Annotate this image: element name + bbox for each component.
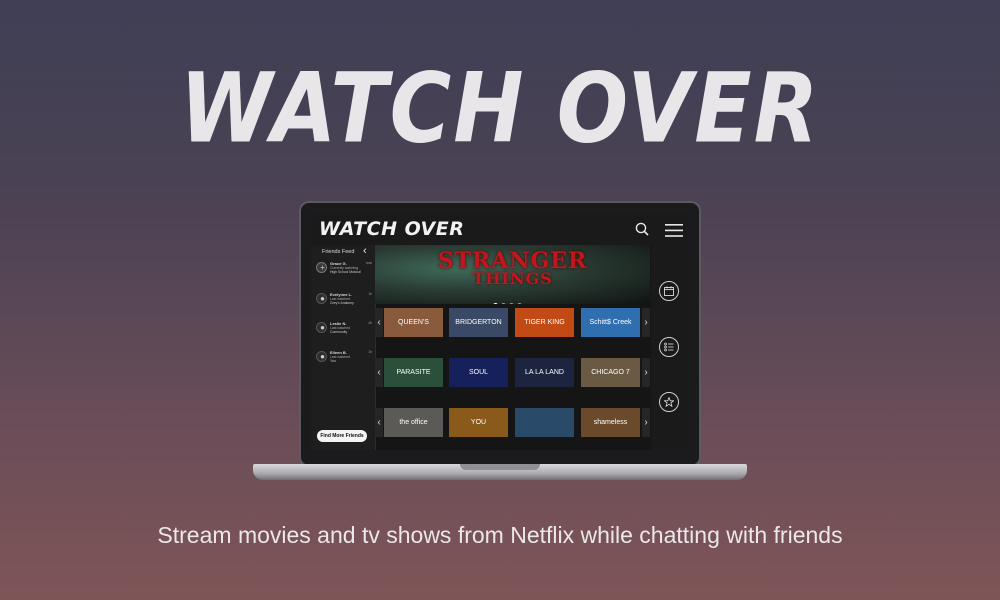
- tagline: Stream movies and tv shows from Netflix …: [157, 522, 843, 548]
- title-tile[interactable]: SOUL: [449, 358, 508, 387]
- star-icon: [664, 397, 674, 407]
- friend-show: Grey's Anatomy: [330, 301, 354, 305]
- laptop-notch: [460, 464, 540, 470]
- content-row: ‹ the office YOU shameless ›: [375, 408, 650, 437]
- collapse-sidebar-icon[interactable]: ‹: [363, 246, 367, 257]
- list-icon: [664, 342, 674, 352]
- featured-title-line1: STRANGER: [437, 248, 588, 274]
- friend-show: Community: [330, 330, 348, 334]
- friend-time: now: [365, 261, 372, 265]
- title-tile[interactable]: Schitt$ Creek: [581, 308, 640, 337]
- friends-feed-sidebar: Friends Feed ‹ + Grace G. Currently watc…: [311, 245, 376, 450]
- hero-title: WATCH OVER: [179, 52, 821, 165]
- friend-item[interactable]: ● Evelynne L. Last watched Grey's Anatom…: [316, 291, 372, 313]
- friend-show: High School Musical: [330, 270, 361, 274]
- friend-item[interactable]: + Grace G. Currently watching High Schoo…: [316, 260, 372, 282]
- title-tile[interactable]: shameless: [581, 408, 640, 437]
- friends-feed-title: Friends Feed: [322, 249, 355, 255]
- chevron-left-icon[interactable]: ‹: [375, 358, 383, 387]
- friend-item[interactable]: ● Eileen B. Last watched You 1h: [316, 349, 372, 371]
- title-tile[interactable]: YOU: [449, 408, 508, 437]
- find-more-friends-button[interactable]: Find More Friends: [317, 430, 367, 442]
- carousel-dot[interactable]: [509, 303, 514, 304]
- carousel-dots: [493, 295, 525, 304]
- avatar: +: [316, 262, 327, 273]
- carousel-dot[interactable]: [501, 303, 506, 304]
- avatar: ●: [316, 322, 327, 333]
- hamburger-menu-icon[interactable]: [665, 224, 683, 237]
- carousel-dot[interactable]: [517, 303, 522, 304]
- content-row: ‹ QUEEN'S GAMBIT BRIDGERTON TIGER KING S…: [375, 308, 650, 337]
- chevron-left-icon[interactable]: ‹: [375, 408, 383, 437]
- friend-time: 1h: [368, 292, 372, 296]
- friend-time: 1h: [368, 350, 372, 354]
- featured-title: STRANGER THINGS: [375, 248, 650, 288]
- favorites-button[interactable]: [659, 392, 679, 412]
- app-screen: WATCH OVER Friends Feed ‹ + Grace G. Cur…: [311, 213, 689, 450]
- avatar: ●: [316, 351, 327, 362]
- carousel-dot[interactable]: [493, 303, 498, 304]
- title-tile[interactable]: TIGER KING: [515, 308, 574, 337]
- action-rail: [651, 245, 689, 450]
- chevron-right-icon[interactable]: ›: [642, 358, 650, 387]
- title-tile[interactable]: QUEEN'S GAMBIT: [384, 308, 443, 337]
- title-tile[interactable]: BRIDGERTON: [449, 308, 508, 337]
- title-tile[interactable]: [515, 408, 574, 437]
- search-icon[interactable]: [635, 222, 649, 236]
- title-tile[interactable]: LA LA LAND: [515, 358, 574, 387]
- friend-time: 4h: [368, 321, 372, 325]
- app-logo[interactable]: WATCH OVER: [319, 218, 464, 240]
- featured-banner[interactable]: STRANGER THINGS: [375, 245, 650, 304]
- title-tile[interactable]: CHICAGO 7: [581, 358, 640, 387]
- calendar-icon: [664, 286, 674, 296]
- calendar-button[interactable]: [659, 281, 679, 301]
- featured-title-line2: THINGS: [472, 269, 553, 288]
- chevron-right-icon[interactable]: ›: [642, 408, 650, 437]
- chevron-right-icon[interactable]: ›: [642, 308, 650, 337]
- title-tile[interactable]: the office: [384, 408, 443, 437]
- friend-item[interactable]: ● Leslie N. Last watched Community 4h: [316, 320, 372, 342]
- title-tile[interactable]: PARASITE: [384, 358, 443, 387]
- chevron-left-icon[interactable]: ‹: [375, 308, 383, 337]
- watchlist-button[interactable]: [659, 337, 679, 357]
- app-topbar: WATCH OVER: [311, 213, 689, 245]
- content-row: ‹ PARASITE SOUL LA LA LAND CHICAGO 7 ›: [375, 358, 650, 387]
- avatar: ●: [316, 293, 327, 304]
- friend-show: You: [330, 359, 336, 363]
